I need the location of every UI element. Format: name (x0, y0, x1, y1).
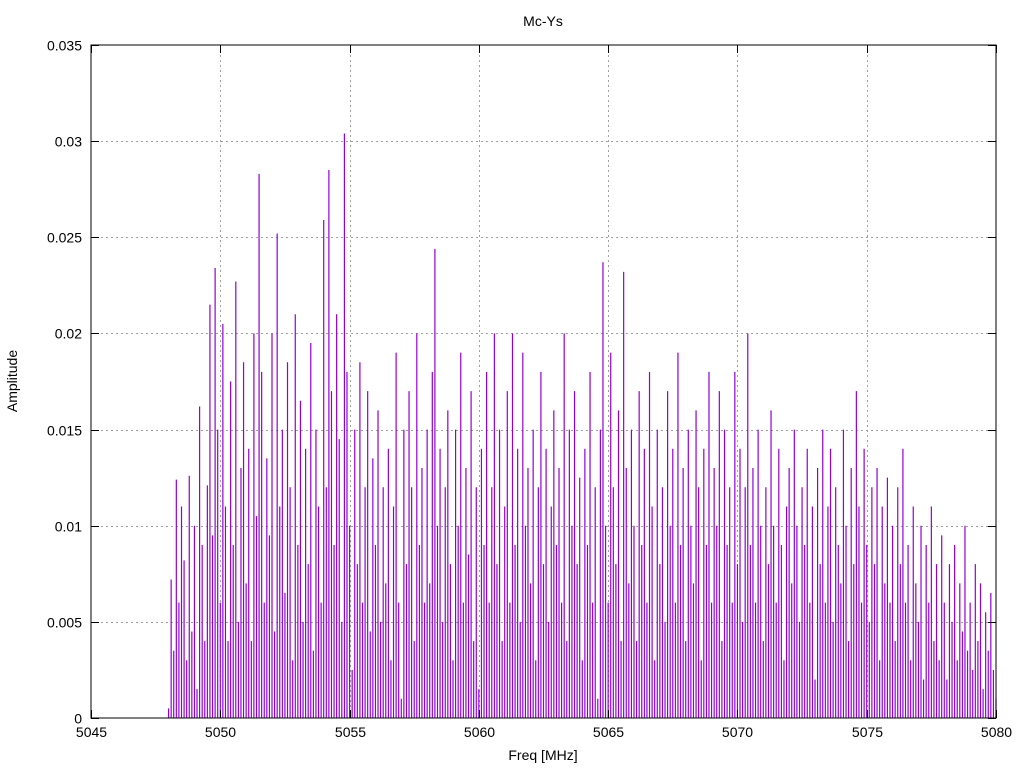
y-tick-label: 0.005 (47, 615, 82, 631)
x-tick-label: 5070 (722, 724, 753, 740)
x-tick-label: 5065 (593, 724, 624, 740)
x-tick-label: 5075 (852, 724, 883, 740)
y-tick-label: 0.015 (47, 423, 82, 439)
y-tick-label: 0.035 (47, 38, 82, 54)
series-mc-ys (167, 133, 997, 718)
y-tick-label: 0.01 (55, 519, 82, 535)
x-tick-label: 5055 (335, 724, 366, 740)
x-tick-label: 5050 (205, 724, 236, 740)
x-tick-label: 5060 (464, 724, 495, 740)
y-tick-label: 0.03 (55, 134, 82, 150)
x-tick-label: 5045 (76, 724, 107, 740)
y-tick-label: 0.02 (55, 326, 82, 342)
y-tick-label: 0.025 (47, 230, 82, 246)
x-tick-label: 5080 (981, 724, 1012, 740)
y-axis-label: Amplitude (4, 350, 20, 412)
chart-title: Mc-Ys (523, 13, 563, 29)
x-axis-label: Freq [MHz] (508, 747, 577, 763)
chart: 00.0050.010.0150.020.0250.030.0355045 505… (4, 13, 1012, 763)
